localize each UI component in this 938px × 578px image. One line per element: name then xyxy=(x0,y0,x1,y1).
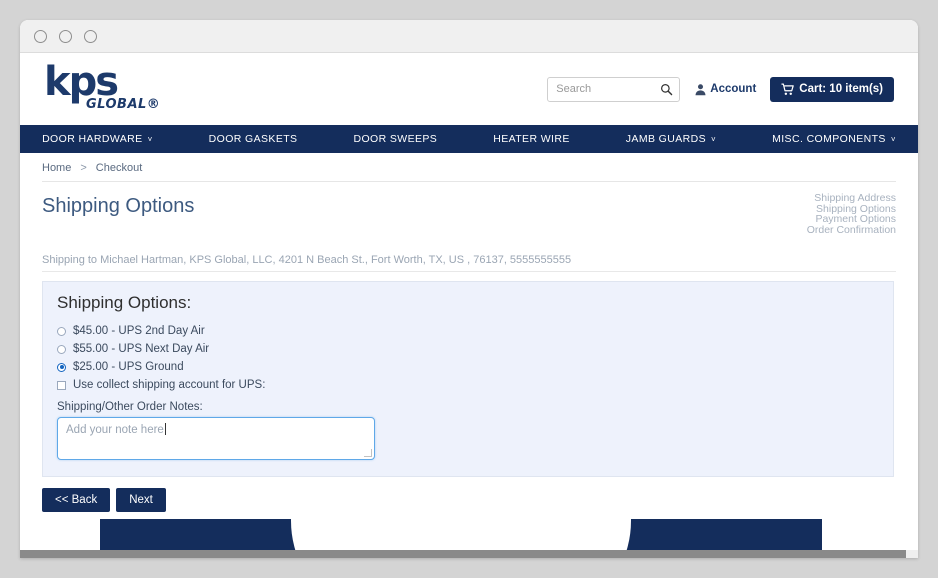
nav-label: MISC. COMPONENTS xyxy=(772,133,886,145)
breadcrumb-separator: > xyxy=(80,162,87,174)
nav-item-heater-wire[interactable]: HEATER WIRE xyxy=(465,133,598,145)
collect-account-label: Use collect shipping account for UPS: xyxy=(73,379,266,391)
radio-next-day-air[interactable] xyxy=(57,344,66,354)
horizontal-scrollbar[interactable] xyxy=(20,550,918,558)
cart-icon xyxy=(781,83,795,95)
checkout-steps-list: Shipping Address Shipping Options Paymen… xyxy=(807,193,896,235)
nav-label: HEATER WIRE xyxy=(493,133,570,145)
page-content: Home > Checkout Shipping Options Shippin… xyxy=(20,153,918,512)
nav-label: JAMB GUARDS xyxy=(625,133,707,145)
nav-item-door-gaskets[interactable]: DOOR GASKETS xyxy=(181,133,326,145)
logo-wordmark: kps xyxy=(44,59,119,105)
close-dot[interactable] xyxy=(34,29,47,43)
next-button[interactable]: Next xyxy=(116,488,166,512)
nav-label: DOOR HARDWARE xyxy=(42,133,143,145)
shipping-option-2nd-day-air[interactable]: $45.00 - UPS 2nd Day Air xyxy=(57,322,879,340)
checkout-button-row: << Back Next xyxy=(42,488,896,512)
checkout-step-shipping-address[interactable]: Shipping Address xyxy=(807,193,896,204)
header-actions: Account Cart: 10 item(s) xyxy=(547,76,894,102)
order-notes-label: Shipping/Other Order Notes: xyxy=(57,401,203,413)
page-title: Shipping Options xyxy=(42,195,195,217)
nav-label: DOOR GASKETS xyxy=(208,133,298,145)
horizontal-scrollbar-thumb[interactable] xyxy=(20,550,906,558)
order-notes-textarea[interactable]: Add your note here xyxy=(57,417,375,460)
shipping-options-heading: Shipping Options: xyxy=(57,293,192,312)
collect-account-checkbox[interactable] xyxy=(57,380,66,390)
breadcrumb-home[interactable]: Home xyxy=(42,162,71,174)
checkout-step-order-confirmation[interactable]: Order Confirmation xyxy=(807,225,896,236)
search-input[interactable] xyxy=(554,82,661,96)
shipping-option-label: $45.00 - UPS 2nd Day Air xyxy=(73,325,205,337)
minimize-dot[interactable] xyxy=(59,29,72,43)
radio-ups-ground[interactable] xyxy=(57,362,66,372)
account-link[interactable]: Account xyxy=(694,83,756,96)
account-label: Account xyxy=(710,83,757,95)
site-footer: About Us Privacy Policy xyxy=(100,519,822,550)
order-notes-placeholder: Add your note here xyxy=(66,424,164,436)
kps-global-logo[interactable]: kps GLOBAL® xyxy=(42,59,160,117)
collect-account-row[interactable]: Use collect shipping account for UPS: xyxy=(57,376,879,394)
chevron-down-icon: ˅ xyxy=(711,135,717,144)
breadcrumb: Home > Checkout xyxy=(42,153,896,182)
cart-button[interactable]: Cart: 10 item(s) xyxy=(770,76,894,102)
shipping-option-ups-ground[interactable]: $25.00 - UPS Ground xyxy=(57,358,879,376)
browser-window: kps GLOBAL® Account xyxy=(20,20,918,558)
nav-label: DOOR SWEEPS xyxy=(353,133,438,145)
maximize-dot[interactable] xyxy=(84,29,97,43)
shipping-address-summary: Shipping to Michael Hartman, KPS Global,… xyxy=(42,254,896,272)
shipping-option-label: $25.00 - UPS Ground xyxy=(73,361,184,373)
back-button[interactable]: << Back xyxy=(42,488,111,512)
nav-item-door-sweeps[interactable]: DOOR SWEEPS xyxy=(325,133,465,145)
search-box[interactable] xyxy=(547,76,681,102)
resize-handle[interactable] xyxy=(364,449,372,457)
nav-item-door-hardware[interactable]: DOOR HARDWARE ˅ xyxy=(20,133,181,145)
radio-2nd-day-air[interactable] xyxy=(57,326,66,336)
site-header: kps GLOBAL® Account xyxy=(20,53,918,125)
shipping-option-label: $55.00 - UPS Next Day Air xyxy=(73,343,210,355)
page-viewport: kps GLOBAL® Account xyxy=(20,53,918,550)
search-icon[interactable] xyxy=(660,83,673,96)
chevron-down-icon: ˅ xyxy=(890,135,896,144)
nav-item-jamb-guards[interactable]: JAMB GUARDS ˅ xyxy=(598,133,744,145)
shipping-option-next-day-air[interactable]: $55.00 - UPS Next Day Air xyxy=(57,340,879,358)
cart-label: Cart: 10 item(s) xyxy=(799,83,883,95)
nav-item-misc-components[interactable]: MISC. COMPONENTS ˅ xyxy=(744,133,918,145)
breadcrumb-current[interactable]: Checkout xyxy=(96,162,142,174)
user-icon xyxy=(695,83,706,95)
shipping-options-panel: Shipping Options: $45.00 - UPS 2nd Day A… xyxy=(42,281,894,477)
window-titlebar xyxy=(20,20,918,53)
chevron-down-icon: ˅ xyxy=(147,135,153,144)
logo-subtext: GLOBAL® xyxy=(86,97,161,112)
main-navigation: DOOR HARDWARE ˅ DOOR GASKETS DOOR SWEEPS… xyxy=(20,125,918,153)
footer-arc-decoration xyxy=(291,519,631,550)
text-cursor xyxy=(164,423,166,435)
